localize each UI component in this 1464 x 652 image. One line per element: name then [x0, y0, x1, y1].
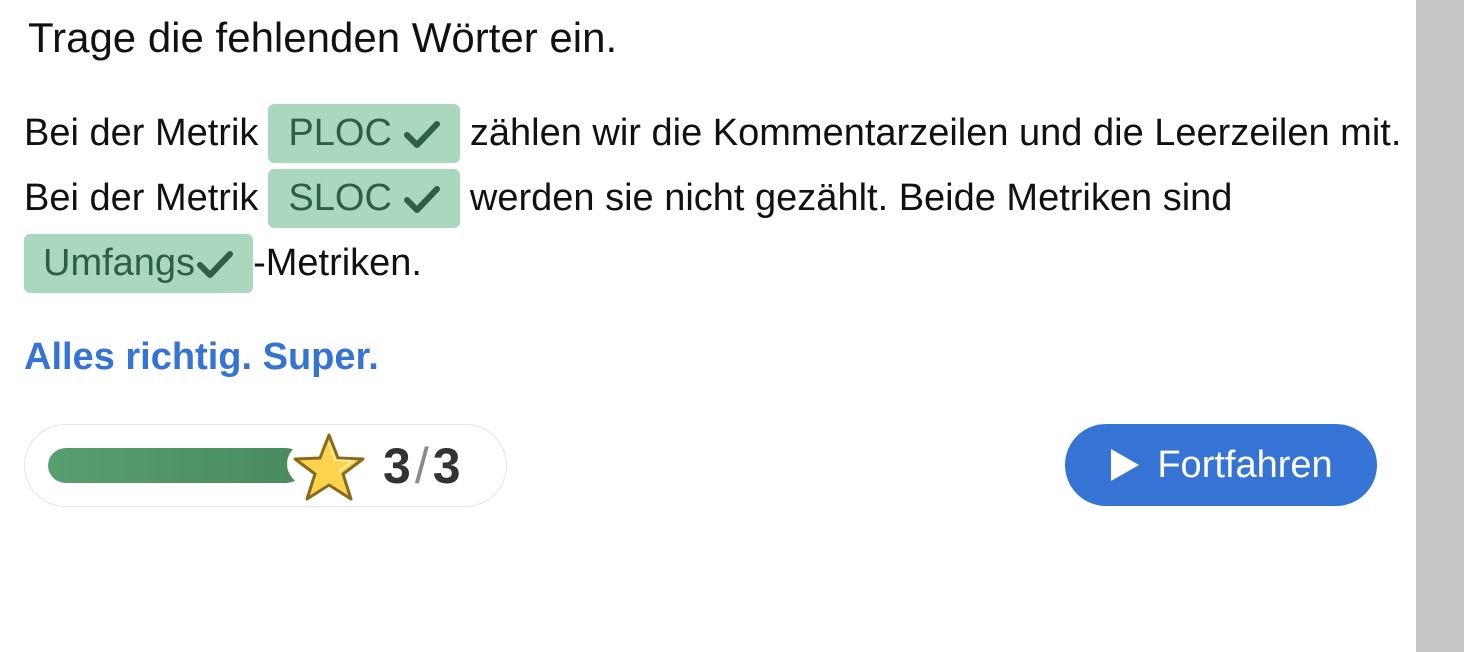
- score-separator: /: [414, 438, 429, 494]
- line3-suffix: -Metriken.: [253, 242, 422, 284]
- line1-prefix: Bei der Metrik: [24, 112, 259, 154]
- score-correct: 3: [383, 438, 411, 494]
- continue-button[interactable]: Fortfahren: [1065, 424, 1377, 506]
- scrollbar[interactable]: [1416, 0, 1464, 652]
- answer-text: PLOC: [288, 112, 392, 154]
- progress-fill: [48, 448, 304, 483]
- exercise-page: Trage die fehlenden Wörter ein. Bei der …: [0, 0, 1464, 652]
- check-icon: [403, 185, 440, 213]
- check-icon: [403, 120, 440, 148]
- score-total: 3: [432, 438, 461, 494]
- line1-suffix: zählen wir die Kommentarzeilen und die L…: [469, 112, 1402, 154]
- line2-prefix: Bei der Metrik: [24, 177, 259, 219]
- sentence-line-3: Umfangs -Metriken.: [24, 234, 422, 293]
- score-panel: 3/3: [24, 424, 507, 507]
- answer-text: Umfangs: [43, 242, 196, 284]
- answer-blank-ploc[interactable]: PLOC: [268, 104, 460, 163]
- continue-label: Fortfahren: [1157, 443, 1333, 486]
- check-icon: [197, 250, 234, 278]
- answer-blank-sloc[interactable]: SLOC: [268, 169, 460, 228]
- sentence-line-1: Bei der Metrik PLOC zählen wir die Komme…: [24, 104, 1401, 163]
- star-icon: [293, 433, 365, 501]
- line2-suffix: werden sie nicht gezählt. Beide Metriken…: [469, 177, 1233, 219]
- play-icon: [1111, 449, 1140, 481]
- score-counter: 3/3: [383, 439, 461, 493]
- answer-blank-umfangs[interactable]: Umfangs: [24, 234, 254, 293]
- sentence-line-2: Bei der Metrik SLOC werden sie nicht gez…: [24, 169, 1232, 228]
- feedback-message: Alles richtig. Super.: [24, 336, 379, 378]
- instruction-text: Trage die fehlenden Wörter ein.: [28, 14, 618, 61]
- progress-bar: [48, 448, 304, 483]
- answer-text: SLOC: [288, 177, 392, 219]
